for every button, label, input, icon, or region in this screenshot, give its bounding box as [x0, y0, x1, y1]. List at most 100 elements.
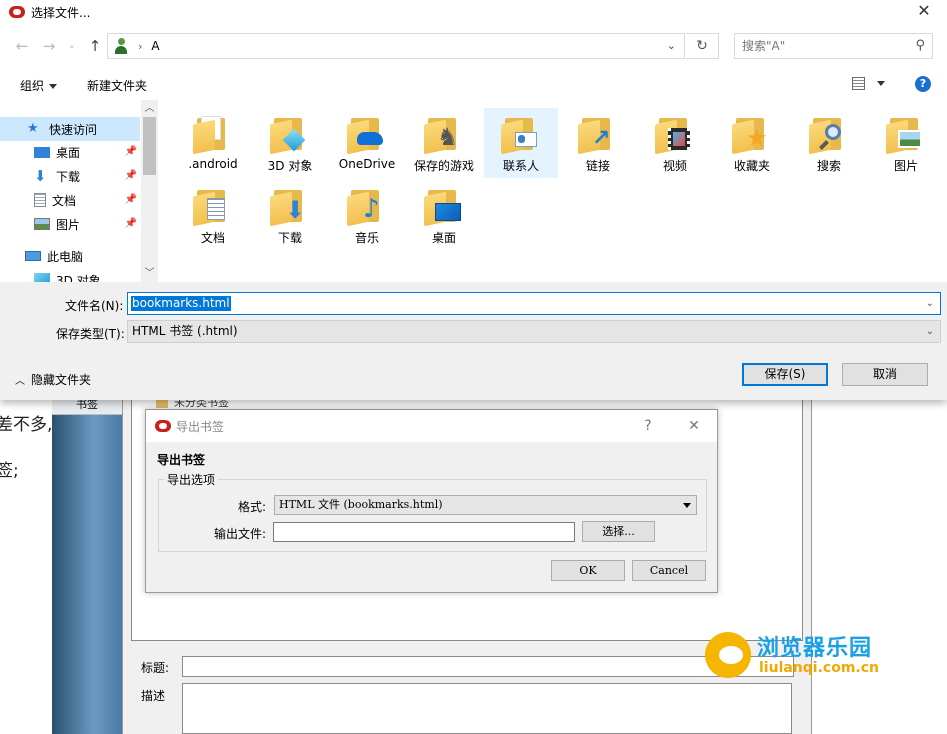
search-icon: ⚲: [915, 38, 925, 53]
folder-tile[interactable]: 3D 对象: [253, 108, 327, 178]
nav-item-label: 此电脑: [47, 249, 84, 264]
filename-value[interactable]: bookmarks.html: [131, 296, 231, 311]
documents-folder-icon: [191, 186, 229, 227]
close-button[interactable]: ✕: [671, 418, 717, 434]
hide-folders-toggle[interactable]: ︿ 隐藏文件夹: [15, 371, 91, 388]
address-bar[interactable]: › A ⌄: [107, 33, 685, 59]
chevron-down-icon: [683, 503, 691, 508]
nav-item-desktop[interactable]: 桌面 📌: [0, 140, 140, 164]
up-arrow-icon[interactable]: ↑: [85, 35, 105, 57]
favorites-folder-icon: ★: [730, 114, 768, 155]
folder-tile[interactable]: ♪ 音乐: [330, 180, 404, 250]
title-input[interactable]: [182, 656, 794, 677]
folder-tile[interactable]: 图片: [869, 108, 943, 178]
folder-tile[interactable]: 桌面: [407, 180, 481, 250]
folder-tile[interactable]: ↗ 链接: [561, 108, 635, 178]
folder-label: 保存的游戏: [413, 159, 474, 173]
choose-file-button[interactable]: 选择...: [582, 521, 655, 542]
recent-locations-chevron-icon[interactable]: ⌄: [62, 35, 82, 57]
navigation-pane: ★ 快速访问 桌面 📌 ⬇ 下载 📌 文档 📌 图片 📌 此电脑 3D 对象: [0, 100, 158, 282]
refresh-icon[interactable]: ↻: [686, 33, 719, 59]
folder-tile[interactable]: ♞ 保存的游戏: [407, 108, 481, 178]
nav-item-label: 快速访问: [49, 122, 98, 137]
pin-icon[interactable]: 📌: [125, 194, 137, 205]
cancel-button[interactable]: 取消: [842, 363, 928, 386]
description-label: 描述: [141, 689, 166, 703]
back-arrow-icon[interactable]: ←: [12, 35, 32, 57]
filetype-select[interactable]: HTML 书签 (.html) ⌄: [127, 320, 941, 343]
folder-label: 搜索: [816, 159, 841, 173]
output-file-input[interactable]: [273, 522, 575, 542]
chevron-down-icon[interactable]: ﹀: [141, 265, 158, 282]
scrollbar-thumb[interactable]: [143, 117, 156, 175]
new-folder-button[interactable]: 新建文件夹: [87, 77, 147, 94]
onedrive-folder-icon: [345, 114, 383, 155]
desktop-icon: [34, 146, 50, 158]
document-icon: [34, 193, 46, 207]
folder-tile[interactable]: ★ 收藏夹: [715, 108, 789, 178]
computer-icon: [25, 251, 41, 261]
folder-tile[interactable]: 搜索: [792, 108, 866, 178]
folder-tile-selected[interactable]: 联系人: [484, 108, 558, 178]
nav-item-documents[interactable]: 文档 📌: [0, 188, 140, 212]
navigation-scrollbar[interactable]: ︿ ﹀: [141, 100, 158, 282]
chevron-down-icon[interactable]: [877, 81, 885, 86]
file-dialog-title: 选择文件...: [31, 5, 91, 20]
format-select[interactable]: HTML 文件 (bookmarks.html): [274, 495, 697, 515]
nav-item-label: 文档: [52, 193, 77, 208]
save-button[interactable]: 保存(S): [742, 363, 828, 386]
cancel-button[interactable]: Cancel: [632, 560, 706, 581]
description-input[interactable]: [182, 683, 792, 734]
pin-icon[interactable]: 📌: [125, 146, 137, 157]
background-text-line: 差不多,: [0, 415, 53, 435]
help-icon[interactable]: ?: [915, 76, 931, 92]
download-icon: ⬇: [34, 167, 47, 185]
chevron-down-icon[interactable]: ⌄: [667, 39, 676, 52]
folder-tile[interactable]: OneDrive: [330, 108, 404, 178]
folder-label: 视频: [662, 159, 687, 173]
export-dialog-title: 导出书签: [176, 419, 225, 434]
hide-folders-label: 隐藏文件夹: [31, 373, 92, 387]
folder-label: .android: [188, 157, 238, 171]
folder-tile[interactable]: .android: [176, 108, 250, 178]
folder-tile[interactable]: 文档: [176, 180, 250, 250]
format-select-value: HTML 文件 (bookmarks.html): [279, 498, 443, 511]
forward-arrow-icon[interactable]: →: [39, 35, 59, 57]
export-dialog-heading: 导出书签: [157, 453, 206, 467]
folder-label: 音乐: [354, 231, 379, 245]
filename-input[interactable]: bookmarks.html ⌄: [127, 292, 941, 315]
3d-objects-folder-icon: [268, 114, 306, 155]
search-input[interactable]: 搜索"A" ⚲: [734, 33, 933, 59]
format-label: 格式:: [237, 500, 266, 514]
nav-item-this-pc[interactable]: 此电脑: [0, 244, 140, 268]
folder-tile[interactable]: ⬇ 下载: [253, 180, 327, 250]
links-folder-icon: ↗: [576, 114, 614, 155]
nav-item-downloads[interactable]: ⬇ 下载 📌: [0, 164, 140, 188]
folder-label: 桌面: [431, 231, 456, 245]
export-bookmarks-dialog: 导出书签 ? ✕ 导出书签 导出选项 格式: HTML 文件 (bookmark…: [145, 409, 718, 593]
chevron-down-icon: [49, 84, 58, 89]
chevron-up-icon[interactable]: ︿: [141, 100, 158, 117]
export-options-label: 导出选项: [164, 471, 219, 488]
organize-menu[interactable]: 组织: [20, 77, 58, 94]
breadcrumb[interactable]: A: [151, 39, 159, 53]
filetype-value: HTML 书签 (.html): [132, 324, 238, 338]
chevron-down-icon[interactable]: ⌄: [926, 298, 934, 309]
pin-icon[interactable]: 📌: [125, 170, 137, 181]
3d-objects-icon: [34, 273, 50, 282]
chevron-up-icon: ︿: [15, 376, 25, 387]
watermark-url: liulanqi.com.cn: [759, 660, 880, 676]
folder-label: OneDrive: [338, 157, 396, 171]
folder-tile[interactable]: 视频: [638, 108, 712, 178]
close-button[interactable]: ✕: [901, 0, 947, 24]
breadcrumb-separator-icon[interactable]: ›: [138, 40, 142, 53]
nav-item-3d-objects[interactable]: 3D 对象: [0, 268, 140, 282]
help-button[interactable]: ?: [625, 418, 671, 434]
ok-button[interactable]: OK: [551, 560, 625, 581]
nav-item-label: 桌面: [56, 145, 81, 160]
view-options-icon[interactable]: [852, 77, 865, 90]
nav-item-quick-access[interactable]: ★ 快速访问: [0, 117, 140, 141]
nav-item-pictures[interactable]: 图片 📌: [0, 212, 140, 236]
pin-icon[interactable]: 📌: [125, 218, 137, 229]
filename-label: 文件名(N):: [65, 299, 124, 313]
